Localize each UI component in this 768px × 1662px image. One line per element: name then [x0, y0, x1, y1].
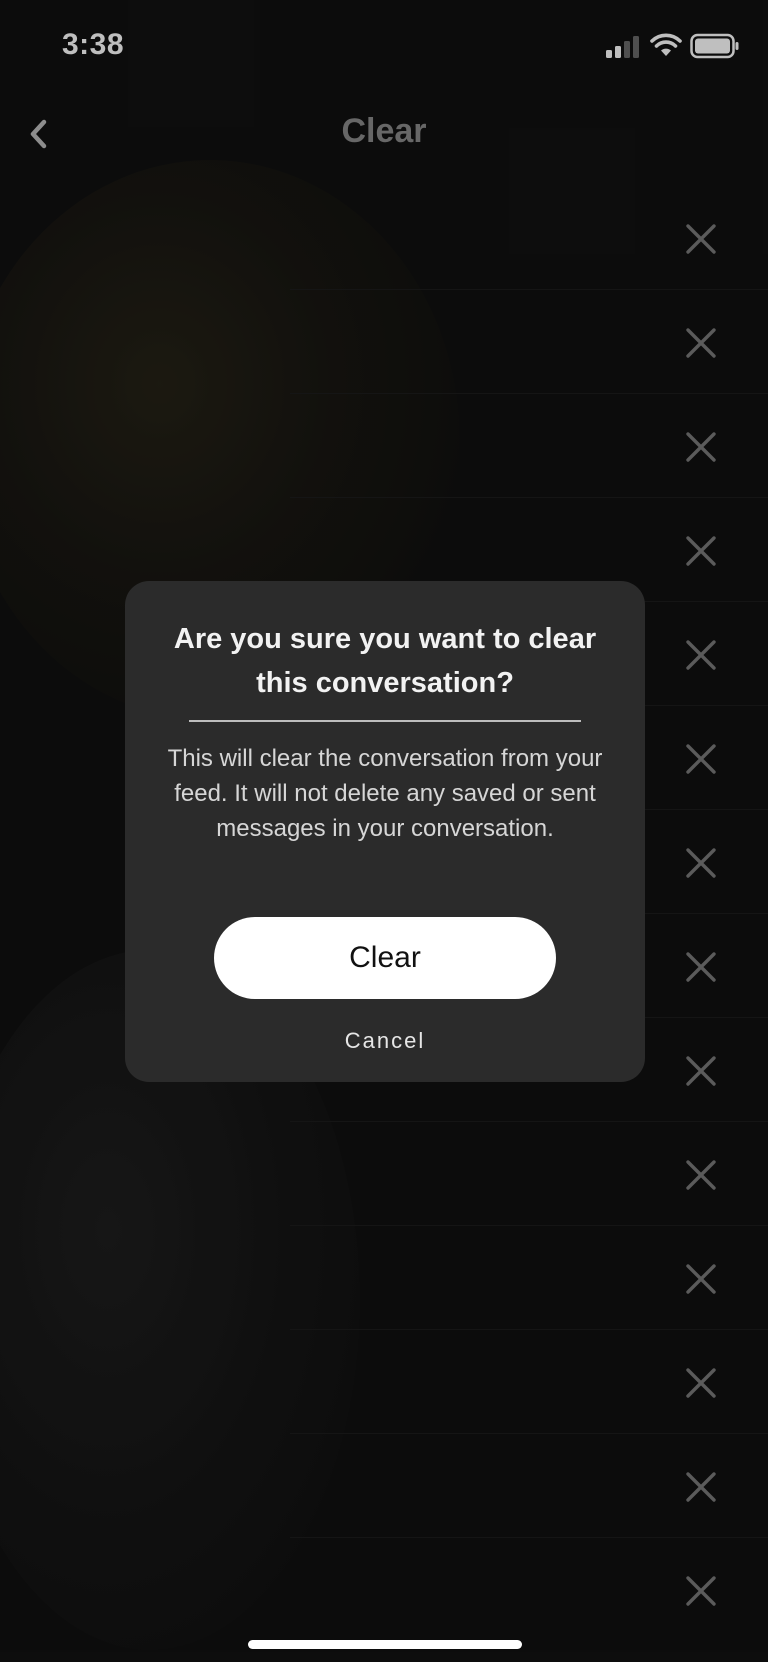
cancel-button[interactable]: Cancel [285, 1021, 485, 1061]
confirm-clear-dialog: Are you sure you want to clear this conv… [125, 581, 645, 1082]
screen: 3:38 Clear Are you sure you want to clea… [0, 0, 768, 1662]
home-indicator[interactable] [248, 1640, 522, 1649]
dialog-divider [189, 720, 581, 722]
clear-button[interactable]: Clear [214, 917, 556, 999]
dialog-message: This will clear the conversation from yo… [167, 745, 603, 842]
dialog-title: Are you sure you want to clear this conv… [173, 623, 597, 699]
